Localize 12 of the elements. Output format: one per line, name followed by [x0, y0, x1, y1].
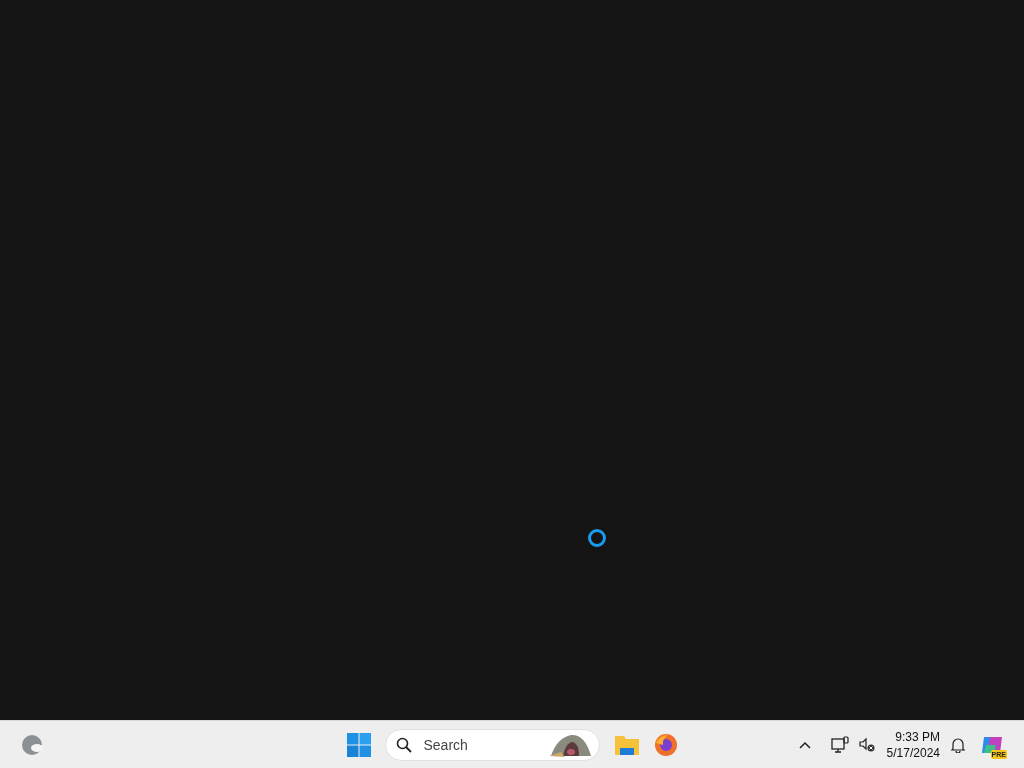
- search-icon: [395, 736, 412, 753]
- browser-icon[interactable]: [653, 732, 678, 757]
- chevron-up-icon[interactable]: [798, 740, 811, 749]
- speaker-muted-icon[interactable]: [858, 736, 875, 753]
- search-field[interactable]: Search: [421, 735, 539, 754]
- weather-icon[interactable]: [21, 732, 45, 757]
- clock-date[interactable]: 5/17/2024: [886, 744, 940, 761]
- folder-icon[interactable]: [613, 733, 640, 756]
- start-icon[interactable]: [346, 732, 371, 757]
- search-box[interactable]: Search: [384, 728, 600, 761]
- clock-time[interactable]: 9:33 PM: [895, 728, 940, 745]
- notification-bell-icon[interactable]: [950, 736, 966, 753]
